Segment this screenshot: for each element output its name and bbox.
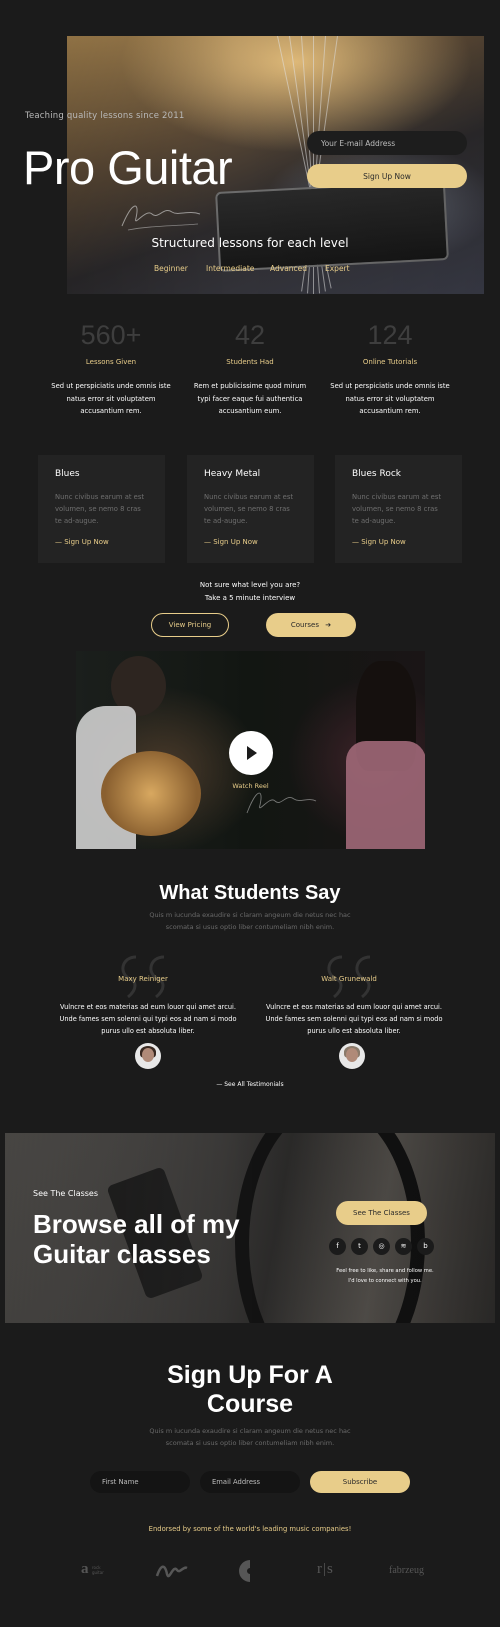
level-link-expert[interactable]: Expert (325, 264, 350, 273)
partner-logo-5: fabrzeug (389, 1558, 429, 1584)
subtitle-line: scomata si usus optio liber contumeliam … (165, 923, 335, 931)
avatar (339, 1043, 365, 1069)
page: Teaching quality lessons since 2011 Pro … (0, 0, 500, 1627)
card-signup-link[interactable]: — Sign Up Now (352, 538, 406, 546)
play-video-button[interactable] (229, 731, 273, 775)
partner-logo-2 (155, 1565, 188, 1578)
hero-tagline: Teaching quality lessons since 2011 (25, 111, 185, 121)
testimonial-text: Vulncre et eos materias ad eum louor qui… (59, 1003, 237, 1035)
subtitle-line: scomata si usus optio liber contumeliam … (165, 1439, 335, 1447)
signup-title: Sign Up For A Course (0, 1361, 500, 1419)
logo-caption: rock guitar (92, 1565, 104, 1575)
card-title: Blues (55, 469, 80, 479)
share-line: Feel free to like, share and follow me. (336, 1268, 434, 1274)
endorsement-text: Endorsed by some of the world's leading … (148, 1525, 352, 1533)
testimonial-text: Vulncre et eos materias ad eum louor qui… (265, 1003, 443, 1035)
hero-email-input[interactable] (307, 131, 467, 155)
stat-text: Rem et publicissime quod mirum typi face… (193, 382, 307, 415)
avatar (135, 1043, 161, 1069)
twitter-icon[interactable]: t (351, 1238, 368, 1255)
style-card-heavy-metal: Heavy Metal Nunc civibus earum at est vo… (187, 455, 314, 563)
stat-number: 560+ (80, 320, 142, 350)
instagram-icon[interactable]: ◎ (373, 1238, 390, 1255)
see-all-testimonials-link[interactable]: — See All Testimonials (0, 1081, 500, 1088)
hero-subtitle: Structured lessons for each level (151, 236, 349, 250)
first-name-input[interactable] (90, 1471, 190, 1493)
browse-title: Browse all of my Guitar classes (33, 1209, 240, 1269)
signature-image (121, 205, 201, 231)
logo-mark: r|s (317, 1561, 334, 1577)
facebook-icon[interactable]: f (329, 1238, 346, 1255)
card-description: Nunc civibus earum at est volumen, se ne… (55, 493, 145, 525)
partner-logo-4: r|s (317, 1558, 343, 1584)
subscribe-button[interactable]: Subscribe (310, 1471, 410, 1493)
card-description: Nunc civibus earum at est volumen, se ne… (352, 493, 442, 525)
stat-text: Sed ut perspiciatis unde omnis iste natu… (51, 382, 171, 415)
style-card-blues-rock: Blues Rock Nunc civibus earum at est vol… (335, 455, 462, 563)
signup-subtitle: Quis m iucunda exaudire si claram angeum… (0, 1425, 500, 1449)
level-prompt-line2: Take a 5 minute interview (204, 593, 296, 602)
logo-mark: fabrzeug (389, 1565, 424, 1576)
level-link-beginner[interactable]: Beginner (154, 264, 188, 273)
share-line: I'd love to connect with you. (348, 1278, 422, 1284)
partner-logo-1: a rock guitar (81, 1558, 107, 1584)
bandcamp-icon[interactable]: b (417, 1238, 434, 1255)
testimonial-name: Walt Grunewald (321, 975, 377, 983)
style-card-blues: Blues Nunc civibus earum at est volumen,… (38, 455, 165, 563)
page-title: Pro Guitar (23, 141, 233, 194)
level-prompt: Not sure what level you are? Take a 5 mi… (0, 579, 500, 604)
card-title: Heavy Metal (204, 469, 261, 479)
view-pricing-button[interactable]: View Pricing (151, 613, 229, 637)
hero-section: Teaching quality lessons since 2011 Pro … (0, 0, 500, 300)
subtitle-line: Quis m iucunda exaudire si claram angeum… (149, 911, 351, 919)
play-icon (247, 746, 257, 760)
hero-signup-button[interactable]: Sign Up Now (307, 164, 467, 188)
card-signup-link[interactable]: — Sign Up Now (204, 538, 258, 546)
courses-button[interactable]: Courses ➔ (266, 613, 356, 637)
stat-label: Lessons Given (85, 358, 137, 366)
card-title: Blues Rock (352, 469, 401, 479)
arrow-right-icon: ➔ (325, 621, 332, 629)
testimonials-title: What Students Say (159, 882, 341, 904)
card-description: Nunc civibus earum at est volumen, se ne… (204, 493, 294, 525)
signup-title-line: Sign Up For A (167, 1361, 333, 1389)
share-text: Feel free to like, share and follow me. … (320, 1266, 450, 1286)
subtitle-line: Quis m iucunda exaudire si claram angeum… (149, 1427, 351, 1435)
level-link-advanced[interactable]: Advanced (270, 264, 307, 273)
stat-text: Sed ut perspiciatis unde omnis iste natu… (330, 382, 450, 415)
level-link-intermediate[interactable]: Intermediate (206, 264, 254, 273)
browse-kicker: See The Classes (33, 1189, 99, 1198)
email-address-input[interactable] (200, 1471, 300, 1493)
testimonials-subtitle: Quis m iucunda exaudire si claram angeum… (0, 909, 500, 933)
stat-number: 42 (234, 320, 266, 350)
stat-label: Students Had (226, 358, 274, 366)
spotify-icon[interactable]: ≋ (395, 1238, 412, 1255)
courses-button-label: Courses (290, 621, 319, 629)
stat-label: Online Tutorials (362, 358, 418, 366)
testimonial-name: Maxy Reiniger (118, 975, 168, 983)
logo-mark: a (81, 1561, 89, 1577)
video-reel: Watch Reel (76, 651, 425, 849)
card-signup-link[interactable]: — Sign Up Now (55, 538, 109, 546)
watch-reel-label: Watch Reel (232, 782, 269, 790)
partner-logo-3 (239, 1560, 250, 1582)
stat-number: 124 (367, 320, 413, 350)
signup-title-line: Course (206, 1390, 294, 1418)
see-classes-button[interactable]: See The Classes (336, 1201, 427, 1225)
level-prompt-line1: Not sure what level you are? (199, 581, 301, 589)
